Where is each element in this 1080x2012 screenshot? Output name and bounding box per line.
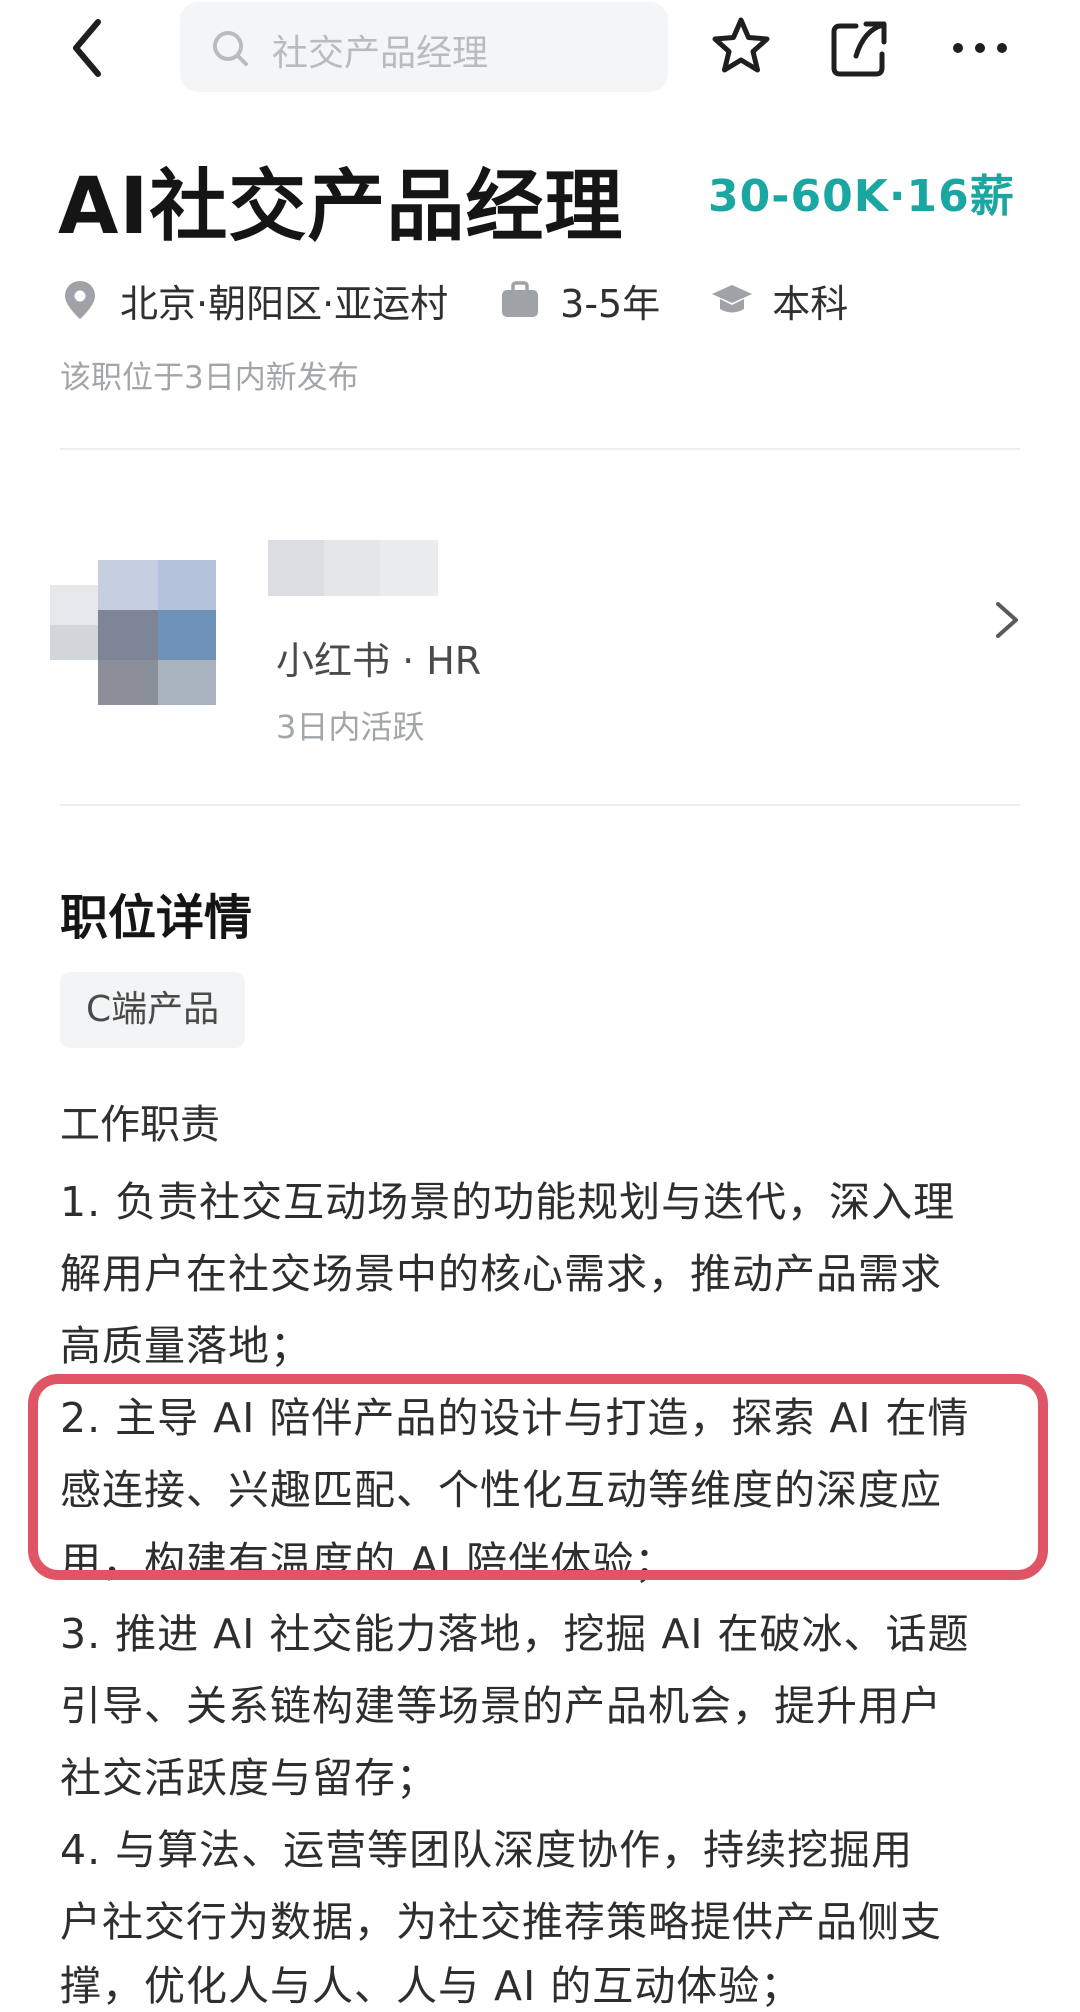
chevron-right-icon: [996, 602, 1018, 638]
posted-notice: 该职位于3日内新发布: [60, 360, 359, 396]
duty-line: 撑，优化人与人、人与 AI 的互动体验；: [60, 1962, 803, 2010]
section-title: 职位详情: [60, 890, 253, 946]
education-item: 本科: [710, 273, 848, 328]
duty-line: 高质量落地；: [60, 1322, 312, 1370]
share-button[interactable]: [826, 16, 892, 82]
category-tag: C端产品: [60, 972, 246, 1048]
duty-line: 引导、关系链构建等场景的产品机会，提升用户: [60, 1682, 942, 1730]
share-icon: [831, 21, 887, 77]
duty-line: 社交活跃度与留存；: [60, 1754, 438, 1802]
education-text: 本科: [772, 281, 849, 326]
duty-line: 4. 与算法、运营等团队深度协作，持续挖掘用: [60, 1826, 914, 1874]
job-meta-row: 北京·朝阳区·亚运村 3-5年 本科: [58, 272, 898, 328]
top-bar: 社交产品经理: [0, 0, 1080, 100]
star-icon: [712, 17, 770, 73]
briefcase-icon: [502, 281, 539, 317]
search-input[interactable]: 社交产品经理: [180, 2, 668, 92]
salary: 30-60K·16薪: [708, 171, 1015, 222]
avatar: [50, 540, 220, 710]
more-dots-icon: [953, 43, 1007, 53]
location-item: 北京·朝阳区·亚运村: [58, 273, 448, 328]
hr-name-redacted: [268, 540, 438, 596]
back-arrow-icon: [73, 19, 101, 77]
duty-line: 解用户在社交场景中的核心需求，推动产品需求: [60, 1250, 942, 1298]
back-button[interactable]: [62, 14, 122, 84]
hr-card[interactable]: 小红书 · HR 3日内活跃: [50, 520, 1030, 770]
search-icon: [213, 31, 248, 66]
job-title: AI社交产品经理: [58, 162, 624, 252]
location-pin-icon: [65, 281, 95, 319]
search-placeholder: 社交产品经理: [272, 33, 489, 74]
hr-company-role: 小红书 · HR: [276, 639, 482, 683]
experience-item: 3-5年: [498, 273, 660, 328]
graduation-cap-icon: [712, 285, 753, 313]
divider: [60, 804, 1020, 806]
more-button[interactable]: [950, 28, 1010, 68]
duty-line: 户社交行为数据，为社交推荐策略提供产品侧支: [60, 1898, 942, 1946]
favorite-button[interactable]: [708, 14, 774, 80]
duty-line: 1. 负责社交互动场景的功能规划与迭代，深入理: [60, 1178, 956, 1226]
divider: [60, 448, 1020, 450]
duties-heading: 工作职责: [60, 1102, 220, 1148]
duty-line: 3. 推进 AI 社交能力落地，挖掘 AI 在破冰、话题: [60, 1610, 970, 1658]
highlight-annotation-box: [28, 1374, 1048, 1580]
experience-text: 3-5年: [560, 281, 661, 326]
location-text: 北京·朝阳区·亚运村: [120, 281, 449, 326]
hr-active-status: 3日内活跃: [276, 708, 425, 746]
